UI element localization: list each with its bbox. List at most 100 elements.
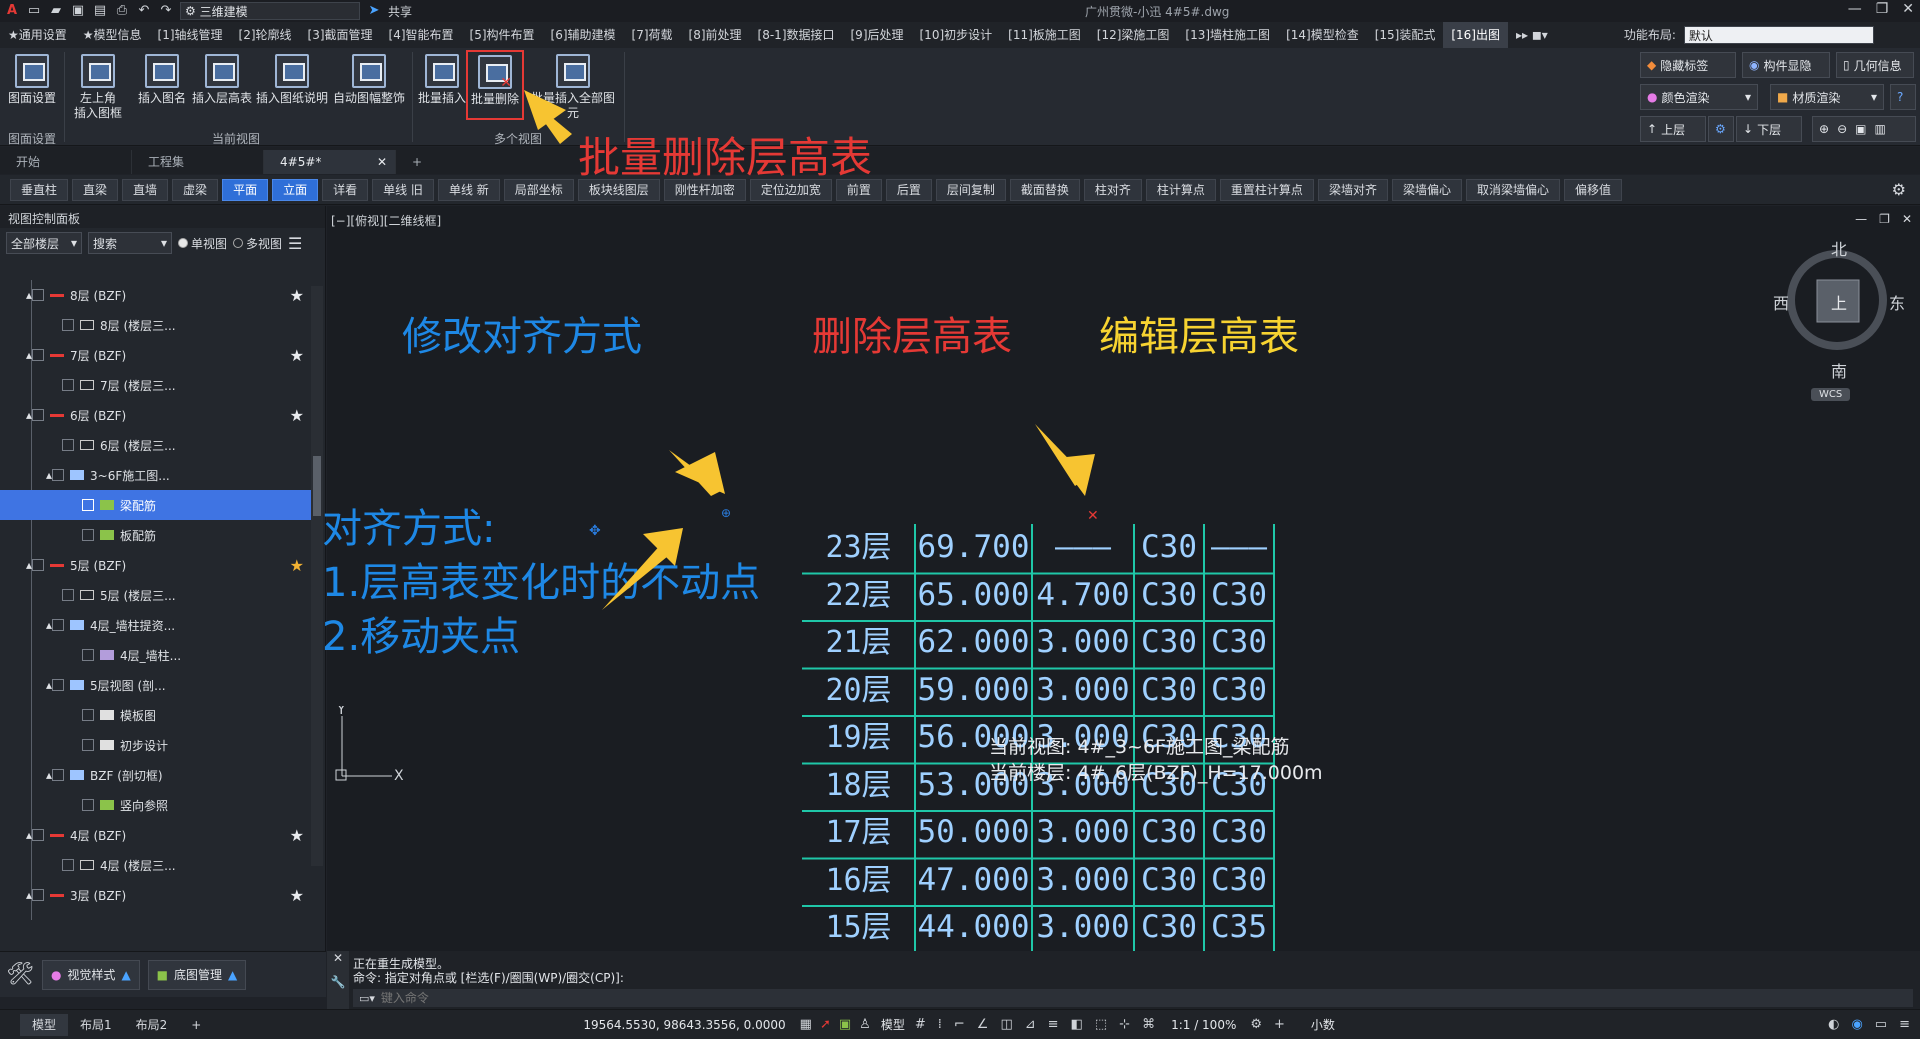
restore-icon[interactable]: ❐ xyxy=(1879,212,1890,226)
tree-item[interactable]: ▴ 3~6F施工图... xyxy=(0,460,312,490)
checkbox[interactable] xyxy=(32,889,45,901)
print-icon[interactable]: ⎙ xyxy=(114,3,130,19)
model-space-label[interactable]: 模型 xyxy=(881,1016,905,1033)
selection-icon[interactable]: ⬚ xyxy=(1095,1017,1107,1032)
toolbar-button[interactable]: 局部坐标 xyxy=(503,178,574,201)
checkbox[interactable] xyxy=(62,379,74,391)
toolbar-button[interactable]: 虚梁 xyxy=(172,178,219,201)
insert-notes-button[interactable]: 插入图纸说明 xyxy=(256,54,328,106)
tree-item[interactable]: 5层 (楼层三... xyxy=(0,580,312,610)
minimize-icon[interactable]: — xyxy=(1848,1,1862,17)
checkbox[interactable] xyxy=(32,289,45,301)
floor-filter-select[interactable]: 全部楼层 ▾ xyxy=(6,232,82,254)
toolbar-button[interactable]: 梁墙对齐 xyxy=(1317,178,1388,201)
tree-item[interactable]: ▴ BZF (剖切框) xyxy=(0,760,312,790)
checkbox[interactable] xyxy=(62,589,74,601)
compass-top-face[interactable]: 上 xyxy=(1831,290,1847,314)
compass-east[interactable]: 东 xyxy=(1889,290,1905,314)
checkbox[interactable] xyxy=(32,829,45,841)
toolbar-button[interactable]: 直墙 xyxy=(122,178,169,201)
checkbox[interactable] xyxy=(32,409,45,421)
insert-frame-button[interactable]: 左上角 插入图框 xyxy=(70,54,126,121)
star-icon[interactable]: ★ xyxy=(290,556,304,575)
menu-item[interactable]: [7]荷载 xyxy=(624,22,681,48)
ortho-icon[interactable]: ⌐ xyxy=(954,1017,965,1032)
compass-west[interactable]: 西 xyxy=(1773,290,1789,314)
hide-label-button[interactable]: ◆ 隐藏标签 xyxy=(1640,52,1736,78)
tree-item-selected[interactable]: 梁配筋 xyxy=(0,490,312,520)
menu-item[interactable]: [8]前处理 xyxy=(681,22,750,48)
checkbox[interactable] xyxy=(52,679,65,691)
close-icon[interactable]: ✕ xyxy=(327,951,349,965)
toolbar-button[interactable]: 单线 旧 xyxy=(372,178,434,201)
tree-item[interactable]: ▴ 4层 (BZF) ★ xyxy=(0,820,312,850)
compass-south[interactable]: 南 xyxy=(1831,358,1847,382)
minimize-icon[interactable]: — xyxy=(1855,212,1867,226)
checkbox[interactable] xyxy=(52,619,65,631)
tab-project-set[interactable]: 工程集 xyxy=(132,150,264,174)
grid-icon[interactable]: ▦ xyxy=(800,1017,812,1032)
star-icon[interactable]: ★ xyxy=(290,406,304,425)
checkbox[interactable] xyxy=(52,769,65,781)
checkbox[interactable] xyxy=(52,469,65,481)
geometry-info-button[interactable]: ▯ 几何信息 xyxy=(1836,52,1914,78)
layer-tool-icon[interactable]: ▣ xyxy=(839,1017,851,1032)
menu-item[interactable]: [13]墙柱施工图 xyxy=(1177,22,1278,48)
menu-item[interactable]: [9]后处理 xyxy=(843,22,912,48)
tab-model[interactable]: 模型 xyxy=(20,1013,69,1036)
toolbar-button[interactable]: 截面替换 xyxy=(1009,178,1080,201)
tree-item[interactable]: 4层 (楼层三... xyxy=(0,850,312,880)
tree-item[interactable]: 板配筋 xyxy=(0,520,312,550)
move-grip-icon[interactable]: ✥ xyxy=(589,523,601,539)
add-layout-icon[interactable]: + xyxy=(179,1014,213,1036)
view-style-button[interactable]: ● 视觉样式 ▲ xyxy=(41,959,140,990)
annotation-icon[interactable]: ⌘ xyxy=(1142,1017,1155,1032)
new-tab-icon[interactable]: + xyxy=(396,150,438,174)
toolbar-button[interactable]: 取消梁墙偏心 xyxy=(1465,178,1560,201)
send-icon[interactable]: ➤ xyxy=(366,3,382,19)
menu-item[interactable]: [11]板施工图 xyxy=(1000,22,1089,48)
osnap-icon[interactable]: ◫ xyxy=(1000,1017,1012,1032)
tab-current-drawing[interactable]: 4#5#* ✕ xyxy=(264,150,396,174)
polar-icon[interactable]: ∠ xyxy=(977,1017,989,1032)
checkbox[interactable] xyxy=(82,529,94,541)
toolbar-button[interactable]: 柱对齐 xyxy=(1083,178,1142,201)
insert-floor-table-button[interactable]: 插入层高表 xyxy=(190,54,254,106)
auto-sheet-button[interactable]: 自动图幅整饰 xyxy=(332,54,406,106)
menu-item[interactable]: [1]轴线管理 xyxy=(150,22,231,48)
menu-item[interactable]: [3]截面管理 xyxy=(300,22,381,48)
grid-display-icon[interactable]: # xyxy=(915,1017,926,1032)
drawing-canvas[interactable]: [−][俯视][二维线框] — ❐ ✕ 北 南 西 东 上 WCS 修改对齐方式 删… xyxy=(322,206,1920,954)
batch-insert-button[interactable]: 批量插入 xyxy=(416,54,468,106)
menu-item[interactable]: [6]辅助建模 xyxy=(543,22,624,48)
toolbar-button[interactable]: 柱计算点 xyxy=(1145,178,1216,201)
checkbox-checked[interactable] xyxy=(82,499,94,511)
tree-item[interactable]: 4层_墙柱... xyxy=(0,640,312,670)
toolbar-button[interactable]: 层间复制 xyxy=(935,178,1006,201)
tools-icon[interactable]: 🛠 xyxy=(6,962,34,987)
checkbox[interactable] xyxy=(82,799,94,811)
person-icon[interactable]: ♙ xyxy=(859,1017,871,1032)
color-render-button[interactable]: ● 颜色渲染 ▾ xyxy=(1640,84,1758,110)
compass-north[interactable]: 北 xyxy=(1831,236,1847,260)
gear-icon[interactable]: ⚙ xyxy=(1892,180,1906,199)
single-view-radio[interactable]: 单视图 xyxy=(178,235,227,252)
tree-item[interactable]: ▴ 4层_墙柱提资... xyxy=(0,610,312,640)
tree-item[interactable]: ▴ 6层 (BZF) ★ xyxy=(0,400,312,430)
menu-item[interactable]: [2]轮廓线 xyxy=(231,22,300,48)
tree-item[interactable]: 7层 (楼层三... xyxy=(0,370,312,400)
delete-grip-icon[interactable]: ✕ xyxy=(1087,508,1099,524)
star-icon[interactable]: ★ xyxy=(290,886,304,905)
units-readout[interactable]: 小数 xyxy=(1311,1016,1335,1033)
app-logo-icon[interactable]: A xyxy=(4,3,20,19)
page-setup-button[interactable]: 图面设置 xyxy=(6,54,58,106)
tree-item[interactable]: 模板图 xyxy=(0,700,312,730)
zoom-in-icon[interactable]: ⊕ xyxy=(1819,122,1829,136)
snap-icon[interactable]: ⁞ xyxy=(938,1017,942,1032)
tree-item[interactable]: 8层 (楼层三... xyxy=(0,310,312,340)
toolbar-button[interactable]: 单线 新 xyxy=(437,178,500,201)
lineweight-icon[interactable]: ≡ xyxy=(1048,1017,1059,1032)
component-display-button[interactable]: ◉ 构件显隐 xyxy=(1742,52,1830,78)
new-file-icon[interactable]: ▭ xyxy=(26,3,42,19)
tree-item[interactable]: 6层 (楼层三... xyxy=(0,430,312,460)
